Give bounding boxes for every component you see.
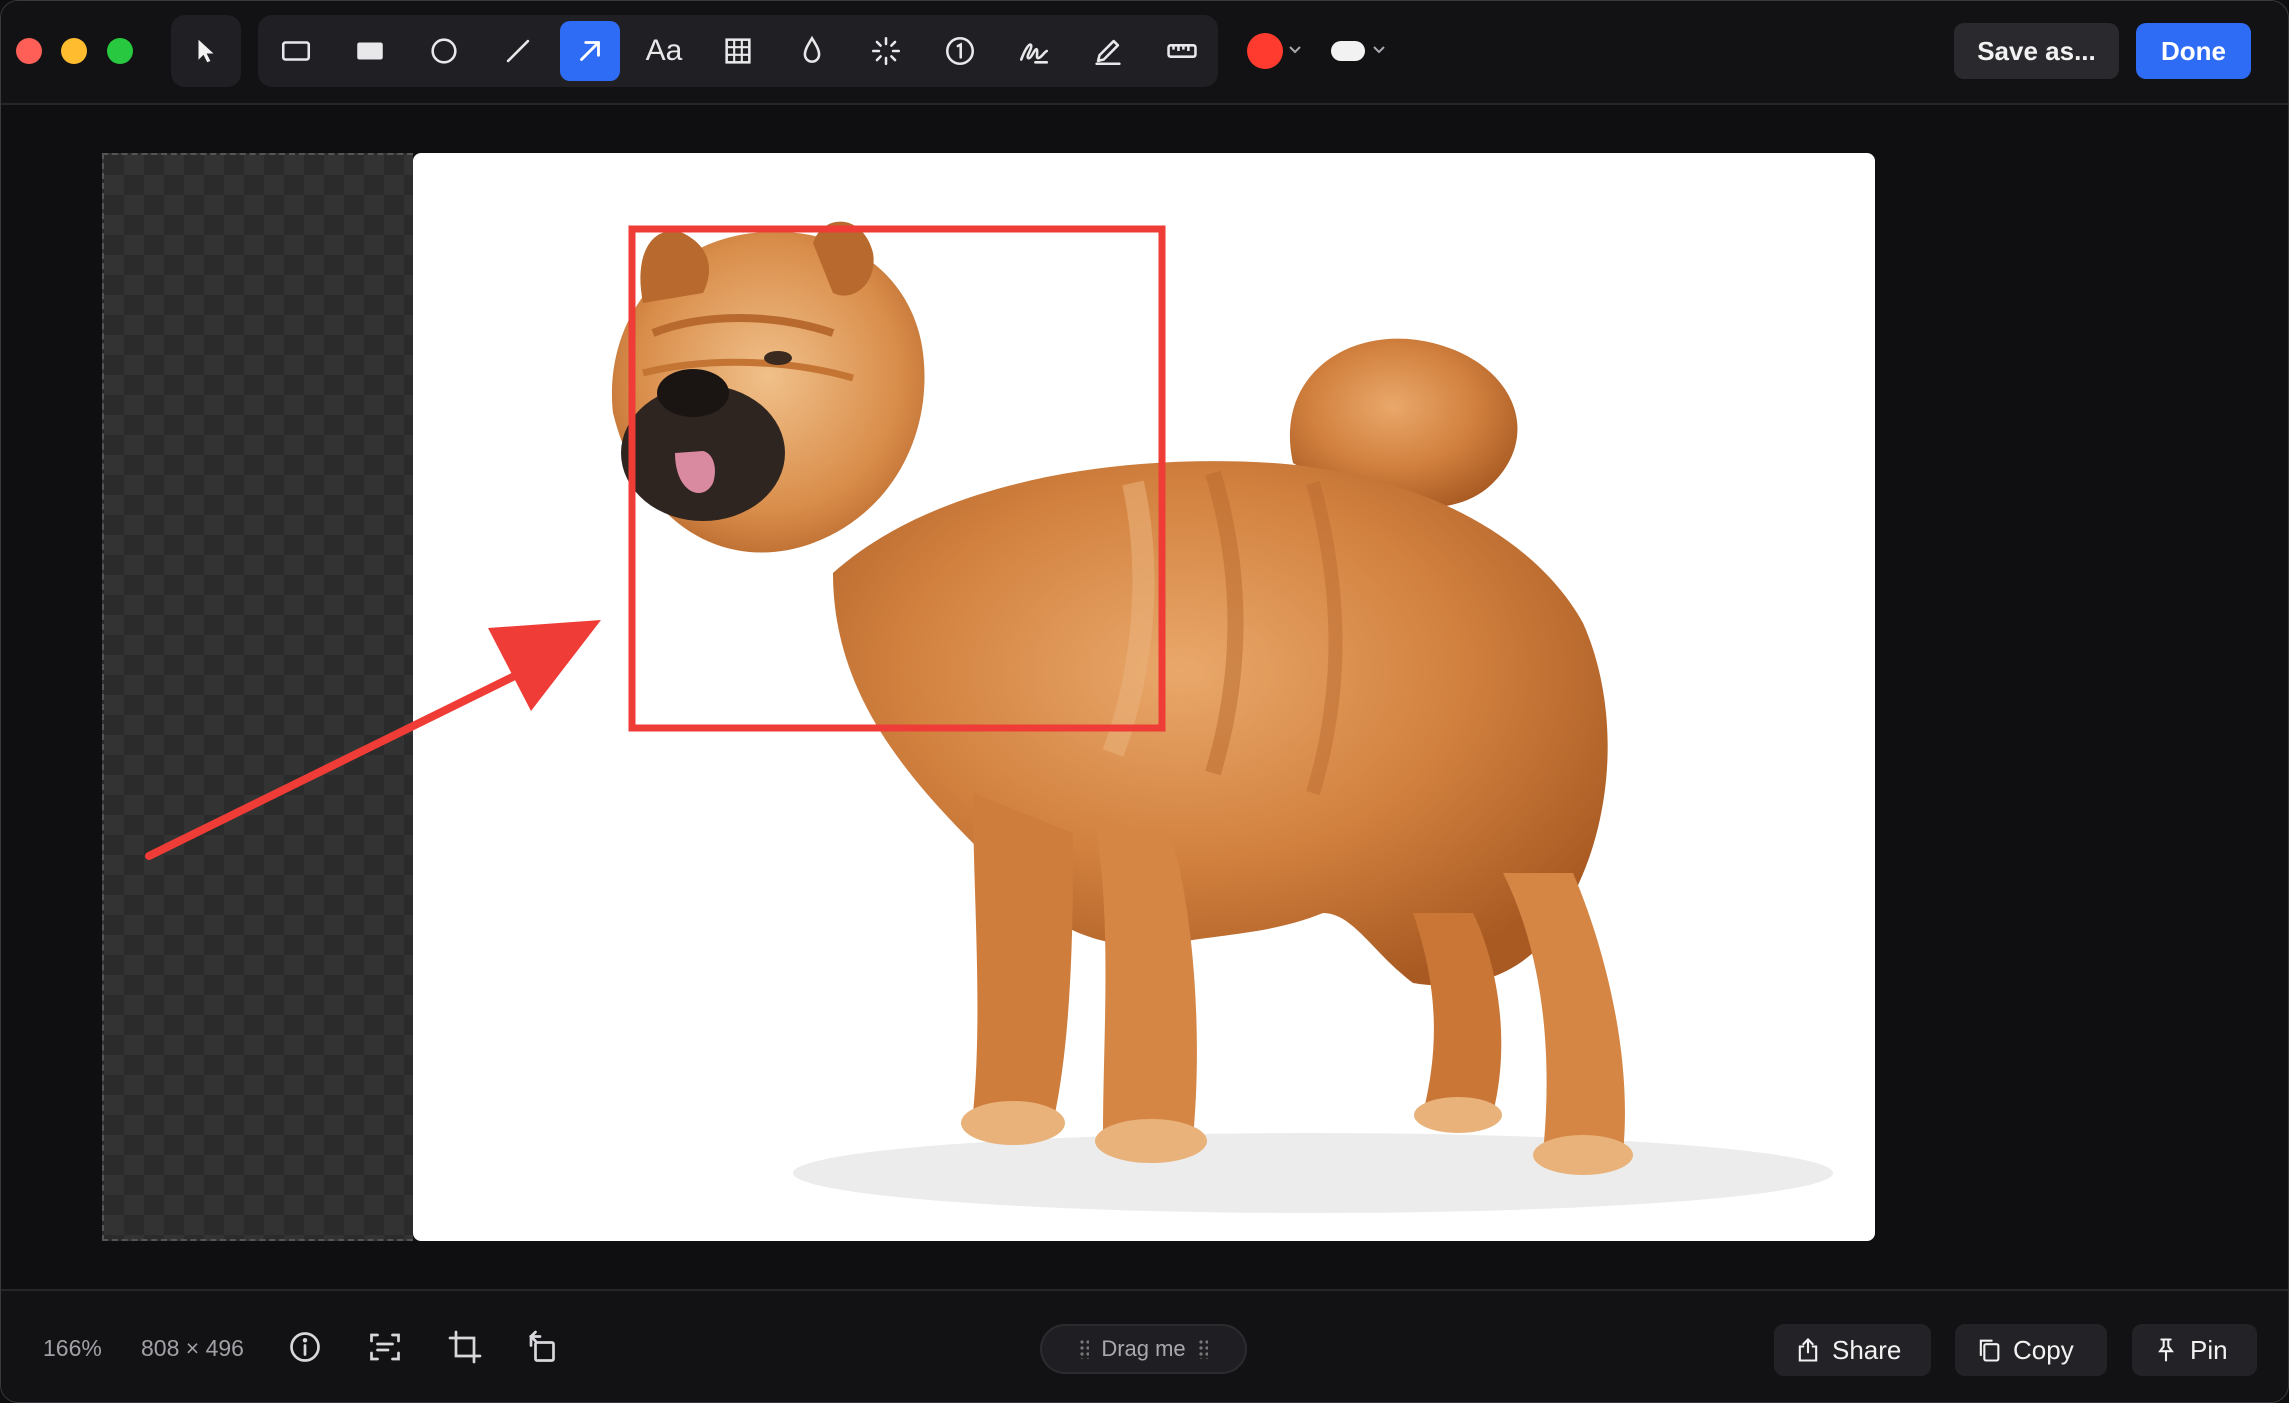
crop-icon[interactable] [447,1329,483,1365]
pixelate-tool[interactable] [708,21,768,81]
done-button[interactable]: Done [2136,23,2251,79]
image-dimensions: 808 × 496 [141,1335,244,1361]
minimize-window-button[interactable] [61,38,87,64]
share-button[interactable]: Share [1774,1324,1931,1376]
arrow-tool[interactable] [560,21,620,81]
text-icon: Aa [645,34,683,67]
spotlight-tool[interactable] [856,21,916,81]
share-icon [1798,1338,1818,1362]
stroke-width-button[interactable] [1331,41,1365,61]
arrow-up-right-icon [580,41,600,61]
screenshot-image[interactable] [413,153,1875,1241]
signature-tool[interactable] [1004,21,1064,81]
rectangle-outline-icon [281,41,311,61]
screenshot-editor-window: Aa Save as... Done 166% 808 × 496 Drag m… [0,0,2289,1403]
highlighter-tool[interactable] [1078,21,1138,81]
ruler-icon [1167,44,1197,58]
save-as-button[interactable]: Save as... [1954,23,2119,79]
editing-canvas[interactable] [1,105,2288,1289]
filled-rectangle-tool[interactable] [340,21,400,81]
info-icon[interactable] [287,1329,323,1365]
chevron-down-icon[interactable] [1287,41,1303,57]
drag-handle[interactable]: Drag me [1040,1324,1247,1374]
signature-icon [1019,43,1049,64]
rotate-icon[interactable] [525,1329,561,1365]
pin-icon [2158,1338,2174,1362]
pencil-icon [1095,39,1121,66]
counter-tool[interactable] [930,21,990,81]
transparent-canvas-region [102,153,413,1241]
cursor-arrow-icon [198,39,214,63]
line-icon [506,39,530,63]
copy-button[interactable]: Copy [1955,1324,2107,1376]
select-tool[interactable] [171,15,241,87]
grid-icon [725,38,751,64]
pin-button[interactable]: Pin [2132,1324,2257,1376]
droplet-icon [803,35,821,63]
close-window-button[interactable] [16,38,42,64]
rectangle-tool[interactable] [266,21,326,81]
drag-label: Drag me [1101,1336,1186,1361]
color-picker-button[interactable] [1247,33,1283,69]
copy-icon [1979,1339,2000,1362]
text-tool[interactable]: Aa [634,21,694,81]
dog-photo [611,221,1833,1213]
blur-tool[interactable] [782,21,842,81]
top-toolbar: Aa Save as... Done [1,1,2288,105]
circle-outline-icon [431,38,457,64]
grip-icon [1197,1339,1208,1359]
bottom-toolbar: 166% 808 × 496 Drag me Share Copy Pin [1,1289,2288,1402]
ruler-tool[interactable] [1152,21,1212,81]
numbered-circle-icon [945,36,975,66]
grip-icon [1079,1339,1090,1359]
line-tool[interactable] [488,21,548,81]
sparkle-icon [871,36,901,66]
ocr-scan-icon[interactable] [367,1329,403,1365]
annotation-tools: Aa [258,15,1218,87]
zoom-window-button[interactable] [107,38,133,64]
zoom-level[interactable]: 166% [43,1335,102,1362]
rectangle-filled-icon [357,42,383,60]
chevron-down-icon[interactable] [1371,41,1387,57]
ellipse-tool[interactable] [414,21,474,81]
